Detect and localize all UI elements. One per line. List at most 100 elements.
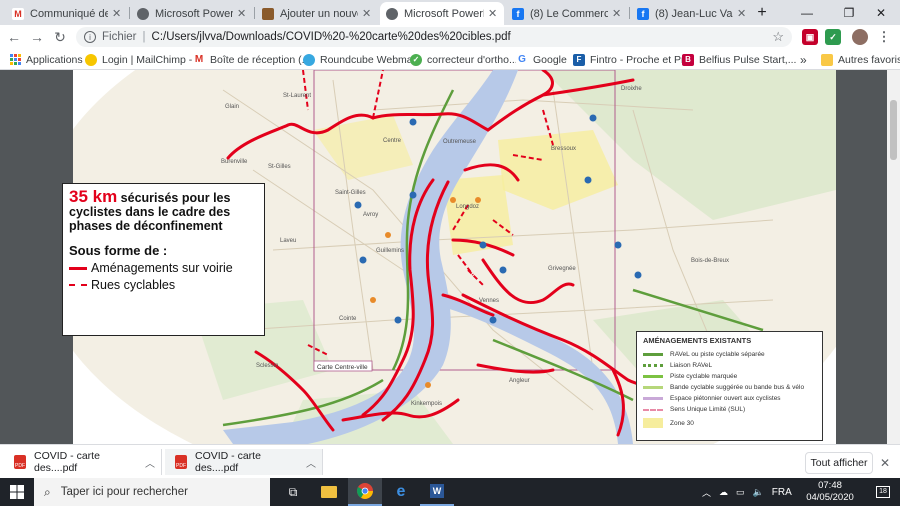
chrome-taskbar-button[interactable] <box>348 478 382 506</box>
notification-icon: 18 <box>876 486 890 498</box>
info-icon[interactable]: i <box>84 31 96 43</box>
close-tab-icon[interactable]: ✕ <box>488 7 498 20</box>
facebook-icon: f <box>512 7 524 20</box>
search-icon: ⌕ <box>44 484 51 499</box>
tab-powerpoint-active[interactable]: Microsoft PowerPoin ✕ <box>380 2 504 25</box>
address-separator: | <box>142 31 146 43</box>
word-taskbar-button[interactable]: W <box>420 478 454 506</box>
map-label-guillemins: Guillemins <box>376 248 404 254</box>
search-placeholder: Taper ici pour rechercher <box>60 486 188 498</box>
extension-icon-red[interactable]: ▣ <box>802 29 818 45</box>
windows-taskbar: ⌕ Taper ici pour rechercher ⧉ e W ︿ ☁ ▭ … <box>0 478 900 506</box>
fintro-icon: F <box>573 53 585 66</box>
file-explorer-button[interactable] <box>312 478 346 506</box>
map-label-avroy: Avroy <box>363 212 378 218</box>
tab-ajouter-article[interactable]: Ajouter un nouvel ar ✕ <box>256 2 378 25</box>
map-legend: AMÉNAGEMENTS EXISTANTS RAVeL ou piste cy… <box>636 331 823 441</box>
tab-label: Microsoft PowerPoin <box>155 7 233 20</box>
chevron-up-icon[interactable]: ︿ <box>145 455 161 470</box>
browser-toolbar: ← → ↻ i Fichier | C:/Users/jlvva/Downloa… <box>0 25 900 49</box>
map-label-bressoux: Bressoux <box>551 146 576 152</box>
menu-icon[interactable]: ⋮ <box>876 29 892 45</box>
viewer-scrollbar[interactable] <box>887 70 900 444</box>
close-tab-icon[interactable]: ✕ <box>362 7 372 20</box>
tab-gmail-communique[interactable]: M Communiqué de pre ✕ <box>6 2 128 25</box>
address-url: C:/Users/jlvva/Downloads/COVID%20-%20car… <box>151 31 511 43</box>
address-bar[interactable]: i Fichier | C:/Users/jlvva/Downloads/COV… <box>76 27 792 47</box>
bookmark-fintro[interactable]: F Fintro - Proche et Pro <box>573 51 690 68</box>
map-label-st-gilles: St-Gilles <box>268 164 291 170</box>
folder-icon <box>821 53 833 66</box>
site-icon <box>262 7 274 20</box>
taskbar-clock[interactable]: 07:48 04/05/2020 <box>798 480 862 504</box>
scrollbar-thumb[interactable] <box>890 100 897 160</box>
apps-icon <box>9 54 21 66</box>
dashed-line-swatch <box>69 284 87 286</box>
forward-button[interactable]: → <box>28 28 46 46</box>
notification-center-button[interactable]: 18 <box>870 478 896 506</box>
download-item[interactable]: PDF COVID - carte des....pdf ︿ <box>4 449 162 475</box>
download-filename: COVID - carte des....pdf <box>195 450 261 474</box>
profile-avatar[interactable] <box>852 29 868 45</box>
reload-button[interactable]: ↻ <box>51 28 69 46</box>
close-tab-icon[interactable]: ✕ <box>112 7 122 20</box>
pdf-viewer[interactable]: Glain St-Laurent Burenville St-Gilles Ce… <box>0 70 900 444</box>
map-label-angleur: Angleur <box>509 378 530 384</box>
taskbar-search[interactable]: ⌕ Taper ici pour rechercher <box>34 478 270 506</box>
close-tab-icon[interactable]: ✕ <box>737 7 747 20</box>
onedrive-icon[interactable]: ☁ <box>719 487 728 498</box>
tab-facebook-vasseur[interactable]: f (8) Jean-Luc Vasseur ✕ <box>631 2 753 25</box>
bookmark-correcteur[interactable]: ✓ correcteur d'ortho... <box>410 51 518 68</box>
tab-facebook-commerce[interactable]: f (8) Le Commerce Lié ✕ <box>506 2 628 25</box>
map-label-bois-de-breux: Bois-de-Breux <box>691 258 729 264</box>
bookmarks-bar: Applications Login | MailChimp -... M Bo… <box>0 49 900 70</box>
minimize-button[interactable]: — <box>786 0 828 25</box>
bookmark-applications[interactable]: Applications <box>9 51 83 68</box>
legend-row: Zone 30 <box>643 415 816 431</box>
bookmark-google[interactable]: G Google <box>516 51 567 68</box>
language-indicator[interactable]: FRA <box>772 487 792 498</box>
bookmark-star-icon[interactable]: ☆ <box>772 29 784 45</box>
bookmark-label: Login | MailChimp -... <box>102 53 202 66</box>
close-window-button[interactable]: ✕ <box>862 0 900 25</box>
bookmark-boite-reception[interactable]: M Boîte de réception (... <box>193 51 310 68</box>
bookmark-roundcube[interactable]: Roundcube Webma... <box>303 51 421 68</box>
tab-powerpoint-1[interactable]: Microsoft PowerPoin ✕ <box>131 2 253 25</box>
show-all-downloads-button[interactable]: Tout afficher <box>805 452 873 474</box>
bookmark-label: Fintro - Proche et Pro <box>590 53 691 66</box>
bookmark-label: Autres favoris <box>838 53 900 66</box>
callout-line3: phases de déconfinement <box>69 219 223 233</box>
volume-icon[interactable]: 🔈 <box>753 487 764 498</box>
callout-legend-solid: Aménagements sur voirie <box>69 261 258 275</box>
close-downloads-icon[interactable]: ✕ <box>880 456 890 470</box>
show-hidden-icons[interactable]: ︿ <box>702 486 711 499</box>
map-label-glain: Glain <box>225 104 239 110</box>
network-icon[interactable]: ▭ <box>736 487 745 498</box>
map-label-st-laurent: St-Laurent <box>283 93 311 99</box>
download-item[interactable]: PDF COVID - carte des....pdf ︿ <box>165 449 323 475</box>
address-scheme: Fichier <box>102 31 137 43</box>
edge-taskbar-button[interactable]: e <box>384 478 418 506</box>
map-label-laveu: Laveu <box>280 238 296 244</box>
tab-label: (8) Jean-Luc Vasseur <box>655 7 733 20</box>
new-tab-button[interactable]: + <box>752 0 772 25</box>
centre-ville-label: Carte Centre-ville <box>317 364 368 371</box>
system-tray: ︿ ☁ ▭ 🔈 FRA <box>702 478 800 506</box>
callout-line2: cyclistes dans le cadre des <box>69 205 231 219</box>
bookmark-belfius[interactable]: B Belfius Pulse Start,... <box>682 51 796 68</box>
back-button[interactable]: ← <box>5 28 23 46</box>
map-label-cointe: Cointe <box>339 316 357 322</box>
close-tab-icon[interactable]: ✕ <box>237 7 247 20</box>
bookmark-other-folder[interactable]: Autres favoris <box>821 51 900 68</box>
close-tab-icon[interactable]: ✕ <box>612 7 622 20</box>
extension-icon-green[interactable]: ✓ <box>825 29 841 45</box>
task-view-button[interactable]: ⧉ <box>276 478 310 506</box>
chevron-up-icon[interactable]: ︿ <box>306 455 322 470</box>
start-button[interactable] <box>0 478 34 506</box>
check-icon: ✓ <box>410 53 422 66</box>
bookmark-label: Roundcube Webma... <box>320 53 422 66</box>
bookmark-label: Google <box>533 53 567 66</box>
bookmarks-overflow-button[interactable]: » <box>800 51 807 68</box>
tab-label: Microsoft PowerPoin <box>404 7 484 20</box>
bookmark-mailchimp[interactable]: Login | MailChimp -... <box>85 51 201 68</box>
